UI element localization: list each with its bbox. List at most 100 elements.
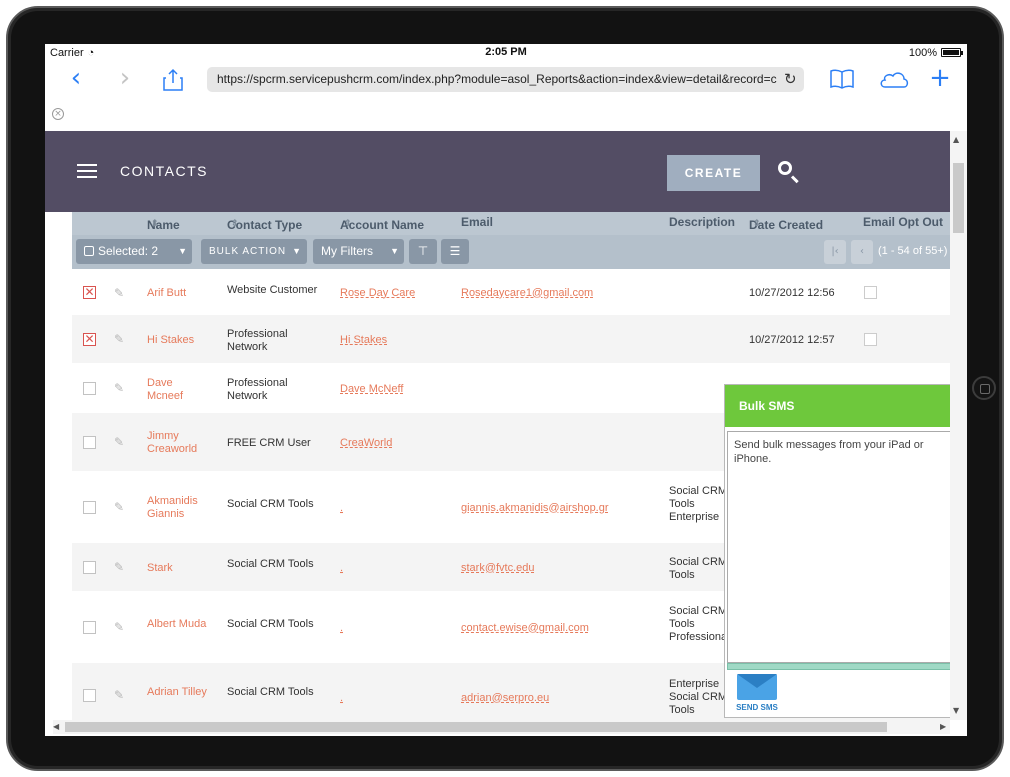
date-created: 10/27/2012 12:57 (749, 334, 835, 346)
contact-name-link[interactable]: Jimmy Creaworld (147, 430, 207, 456)
edit-pencil-icon[interactable]: ✎ (114, 381, 124, 395)
forward-icon[interactable]: › (113, 65, 137, 92)
close-tab-icon[interactable]: × (52, 108, 64, 120)
account-link[interactable]: . (340, 692, 343, 705)
horizontal-scrollbar[interactable]: ◀ ▶ (53, 720, 950, 734)
row-checkbox[interactable] (83, 561, 96, 574)
reload-icon[interactable]: ↻ (784, 70, 797, 88)
battery-icon (941, 48, 963, 57)
edit-pencil-icon[interactable]: ✎ (114, 688, 124, 702)
my-filters-dropdown[interactable]: My Filters ▼ (313, 239, 404, 264)
email-link[interactable]: adrian@serpro.eu (461, 692, 549, 705)
scroll-right-icon[interactable]: ▶ (940, 722, 946, 731)
table-row: ✕ ✎ Arif Butt Website Customer Rose Day … (72, 270, 950, 315)
contact-name-link[interactable]: Hi Stakes (147, 334, 194, 347)
scroll-left-icon[interactable]: ◀ (53, 722, 59, 731)
email-link[interactable]: stark@fvtc.edu (461, 562, 535, 575)
search-icon[interactable] (778, 161, 792, 175)
clock: 2:05 PM (485, 46, 527, 58)
contact-name-link[interactable]: Stark (147, 562, 173, 575)
first-page-icon[interactable]: |‹ (824, 240, 846, 264)
contact-name-link[interactable]: Arif Butt (147, 287, 186, 300)
account-link[interactable]: . (340, 562, 343, 575)
bookmarks-icon[interactable] (829, 68, 854, 92)
selected-dropdown[interactable]: Selected: 2 ▼ (76, 239, 192, 264)
account-link[interactable]: . (340, 622, 343, 635)
contact-name-link[interactable]: Adrian Tilley (147, 686, 207, 699)
account-link[interactable]: Hi Stakes (340, 334, 387, 347)
bulk-sms-title[interactable]: Bulk SMS (725, 385, 967, 427)
vertical-scrollbar[interactable]: ▲ ▼ (950, 131, 967, 720)
email-opt-out-checkbox (864, 333, 877, 346)
email-link[interactable]: Rosedaycare1@gmail.com (461, 287, 593, 300)
status-bar: Carrier ◔ 2:05 PM 100% (45, 44, 967, 62)
description: Social CRM Tools Professional (669, 605, 730, 643)
contact-type: Social CRM Tools (227, 686, 314, 698)
email-link[interactable]: contact.ewise@gmail.com (461, 622, 589, 635)
contact-name-link[interactable]: Albert Muda (147, 618, 206, 631)
sort-icon[interactable]: ⇕ (753, 218, 761, 229)
table-row: ✕ ✎ Hi Stakes Professional Network Hi St… (72, 315, 950, 363)
column-header-email-opt-out[interactable]: Email Opt Out (863, 215, 943, 229)
email-link[interactable]: giannis.akmanidis@airshop.gr (461, 502, 609, 515)
home-button[interactable] (972, 376, 996, 400)
edit-pencil-icon[interactable]: ✎ (114, 560, 124, 574)
sort-icon[interactable]: ⇕ (344, 218, 352, 229)
row-checkbox[interactable] (83, 689, 96, 702)
chevron-down-icon: ▼ (292, 246, 302, 256)
row-checkbox[interactable] (83, 621, 96, 634)
horizontal-scroll-thumb[interactable] (65, 722, 887, 732)
scroll-up-icon[interactable]: ▲ (953, 135, 959, 144)
list-toolbar: Selected: 2 ▼ BULK ACTION ▼ My Filters ▼ ⊤ … (72, 235, 950, 269)
contact-type: Professional Network (227, 328, 288, 353)
share-icon[interactable] (161, 68, 185, 92)
edit-pencil-icon[interactable]: ✎ (114, 620, 124, 634)
edit-pencil-icon[interactable]: ✎ (114, 332, 124, 346)
contact-type: Social CRM Tools (227, 618, 314, 630)
back-icon[interactable]: ‹ (64, 65, 88, 92)
sort-icon[interactable]: ⇕ (151, 218, 159, 229)
column-chooser-icon[interactable]: ☰ (441, 239, 469, 264)
description: Social CRM Tools (669, 556, 728, 581)
send-sms-button[interactable]: SEND SMS (735, 674, 779, 716)
date-created: 10/27/2012 12:56 (749, 287, 835, 299)
row-checkbox[interactable]: ✕ (83, 286, 96, 299)
column-header-description[interactable]: Description (669, 215, 735, 229)
account-link[interactable]: . (340, 502, 343, 515)
contact-name-link[interactable]: Akmanidis Giannis (147, 495, 212, 521)
pagination-label: (1 - 54 of 55+) (878, 245, 948, 257)
menu-icon[interactable] (77, 164, 97, 178)
scroll-down-icon[interactable]: ▼ (953, 706, 959, 715)
vertical-scroll-thumb[interactable] (953, 163, 964, 233)
account-link[interactable]: CreaWorld (340, 437, 392, 450)
contact-type: Website Customer (227, 284, 318, 296)
column-header-email[interactable]: Email (461, 215, 493, 229)
account-link[interactable]: Dave McNeff (340, 383, 403, 396)
description: Social CRM Tools Enterprise (669, 485, 728, 523)
send-sms-label: SEND SMS (736, 703, 778, 712)
filter-icon[interactable]: ⊤ (409, 239, 437, 264)
row-checkbox[interactable] (83, 501, 96, 514)
sms-message-input[interactable]: Send bulk messages from your iPad or iPh… (727, 431, 966, 663)
edit-pencil-icon[interactable]: ✎ (114, 435, 124, 449)
account-link[interactable]: Rose Day Care (340, 287, 415, 300)
contact-name-link[interactable]: Dave Mcneef (147, 377, 207, 403)
envelope-icon (737, 674, 777, 700)
sms-resize-bar[interactable] (727, 663, 966, 670)
edit-pencil-icon[interactable]: ✎ (114, 500, 124, 514)
sort-icon[interactable]: ⇕ (231, 218, 239, 229)
row-checkbox[interactable] (83, 382, 96, 395)
edit-pencil-icon[interactable]: ✎ (114, 286, 124, 300)
create-button[interactable]: CREATE (667, 155, 760, 191)
chevron-down-icon: ▼ (390, 246, 399, 256)
select-all-checkbox[interactable] (84, 246, 94, 256)
row-checkbox[interactable] (83, 436, 96, 449)
cloud-icon[interactable] (877, 68, 911, 92)
contact-type: Social CRM Tools (227, 498, 314, 510)
bulk-action-button[interactable]: BULK ACTION ▼ (201, 239, 307, 264)
url-field[interactable]: https://spcrm.servicepushcrm.com/index.p… (207, 67, 804, 92)
new-tab-icon[interactable]: + (928, 65, 952, 92)
app-header: CONTACTS CREATE (45, 131, 950, 212)
row-checkbox[interactable]: ✕ (83, 333, 96, 346)
previous-page-icon[interactable]: ‹ (851, 240, 873, 264)
